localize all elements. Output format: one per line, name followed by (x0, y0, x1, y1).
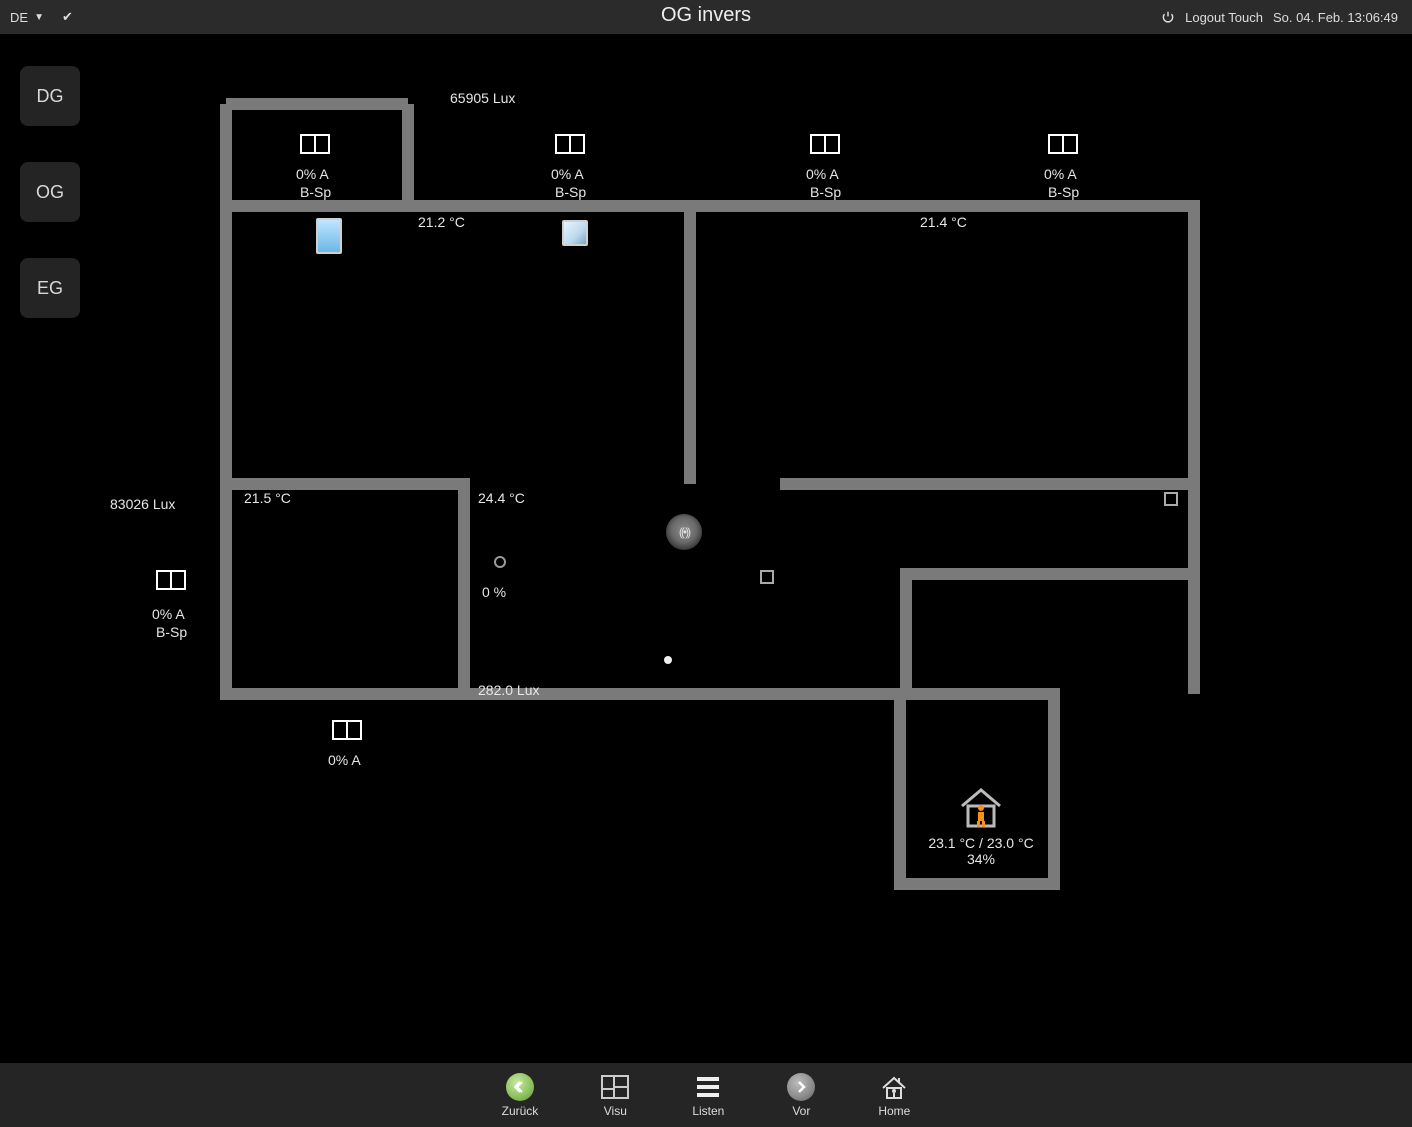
motion-sensor-icon[interactable]: ((•)) (666, 514, 702, 550)
climate-humidity: 34% (916, 851, 1046, 867)
window-icon[interactable] (300, 134, 330, 154)
door-icon[interactable] (316, 218, 342, 254)
temp-reading: 21.5 °C (244, 490, 291, 506)
blind-mode: B-Sp (810, 184, 841, 200)
walls (0, 34, 1412, 1064)
window-icon[interactable] (1048, 134, 1078, 154)
blind-percent: 0% A (152, 606, 185, 622)
nav-visu-button[interactable]: Visu (600, 1072, 630, 1118)
lux-reading-left: 83026 Lux (110, 496, 175, 512)
window-icon[interactable] (555, 134, 585, 154)
language-code: DE (10, 10, 28, 25)
blind-mode: B-Sp (555, 184, 586, 200)
nav-label: Zurück (502, 1104, 539, 1118)
nav-label: Listen (692, 1104, 724, 1118)
home-icon (879, 1072, 909, 1102)
lux-reading-top: 65905 Lux (450, 90, 515, 106)
nav-label: Home (878, 1104, 910, 1118)
switch-icon[interactable] (1164, 492, 1178, 506)
back-arrow-icon (506, 1073, 534, 1101)
blind-mode: B-Sp (300, 184, 331, 200)
window-icon[interactable] (332, 720, 362, 740)
blind-percent: 0% A (806, 166, 839, 182)
blind-mode: B-Sp (1048, 184, 1079, 200)
lux-reading-hall: 282.0 Lux (478, 682, 540, 698)
floor-plan: DG OG EG (0, 34, 1412, 1063)
climate-widget[interactable]: 23.1 °C / 23.0 °C 34% (916, 786, 1046, 867)
blind-percent: 0% A (1044, 166, 1077, 182)
nav-listen-button[interactable]: Listen (692, 1072, 724, 1118)
temp-reading: 24.4 °C (478, 490, 525, 506)
floorplan-icon (600, 1072, 630, 1102)
footer-bar: Zurück Visu Listen Vor Home (0, 1063, 1412, 1127)
nav-label: Visu (604, 1104, 627, 1118)
datetime: So. 04. Feb. 13:06:49 (1273, 10, 1398, 25)
check-icon[interactable]: ✔ (62, 9, 73, 25)
house-person-icon (958, 786, 1004, 828)
header-bar: DE ▼ ✔ OG invers Logout Touch So. 04. Fe… (0, 0, 1412, 34)
window-icon[interactable] (156, 570, 186, 590)
language-selector[interactable]: DE ▼ ✔ (0, 9, 83, 25)
nav-home-button[interactable]: Home (878, 1072, 910, 1118)
caret-down-icon: ▼ (34, 12, 44, 23)
temp-reading: 21.2 °C (418, 214, 465, 230)
list-icon (693, 1072, 723, 1102)
nav-forward-button[interactable]: Vor (786, 1072, 816, 1118)
nav-back-button[interactable]: Zurück (502, 1072, 539, 1118)
point-icon (664, 656, 672, 664)
blind-mode: B-Sp (156, 624, 187, 640)
forward-arrow-icon (787, 1073, 815, 1101)
window-tile-icon[interactable] (562, 220, 588, 246)
blind-percent: 0% A (551, 166, 584, 182)
temp-reading: 21.4 °C (920, 214, 967, 230)
switch-icon[interactable] (760, 570, 774, 584)
dimmer-value: 0 % (482, 584, 506, 600)
nav-label: Vor (792, 1104, 810, 1118)
blind-percent: 0% A (328, 752, 361, 768)
window-icon[interactable] (810, 134, 840, 154)
blind-percent: 0% A (296, 166, 329, 182)
dimmer-icon[interactable] (494, 556, 506, 568)
logout-link[interactable]: Logout Touch (1185, 10, 1263, 25)
climate-temps: 23.1 °C / 23.0 °C (916, 835, 1046, 851)
power-icon[interactable] (1161, 10, 1175, 24)
